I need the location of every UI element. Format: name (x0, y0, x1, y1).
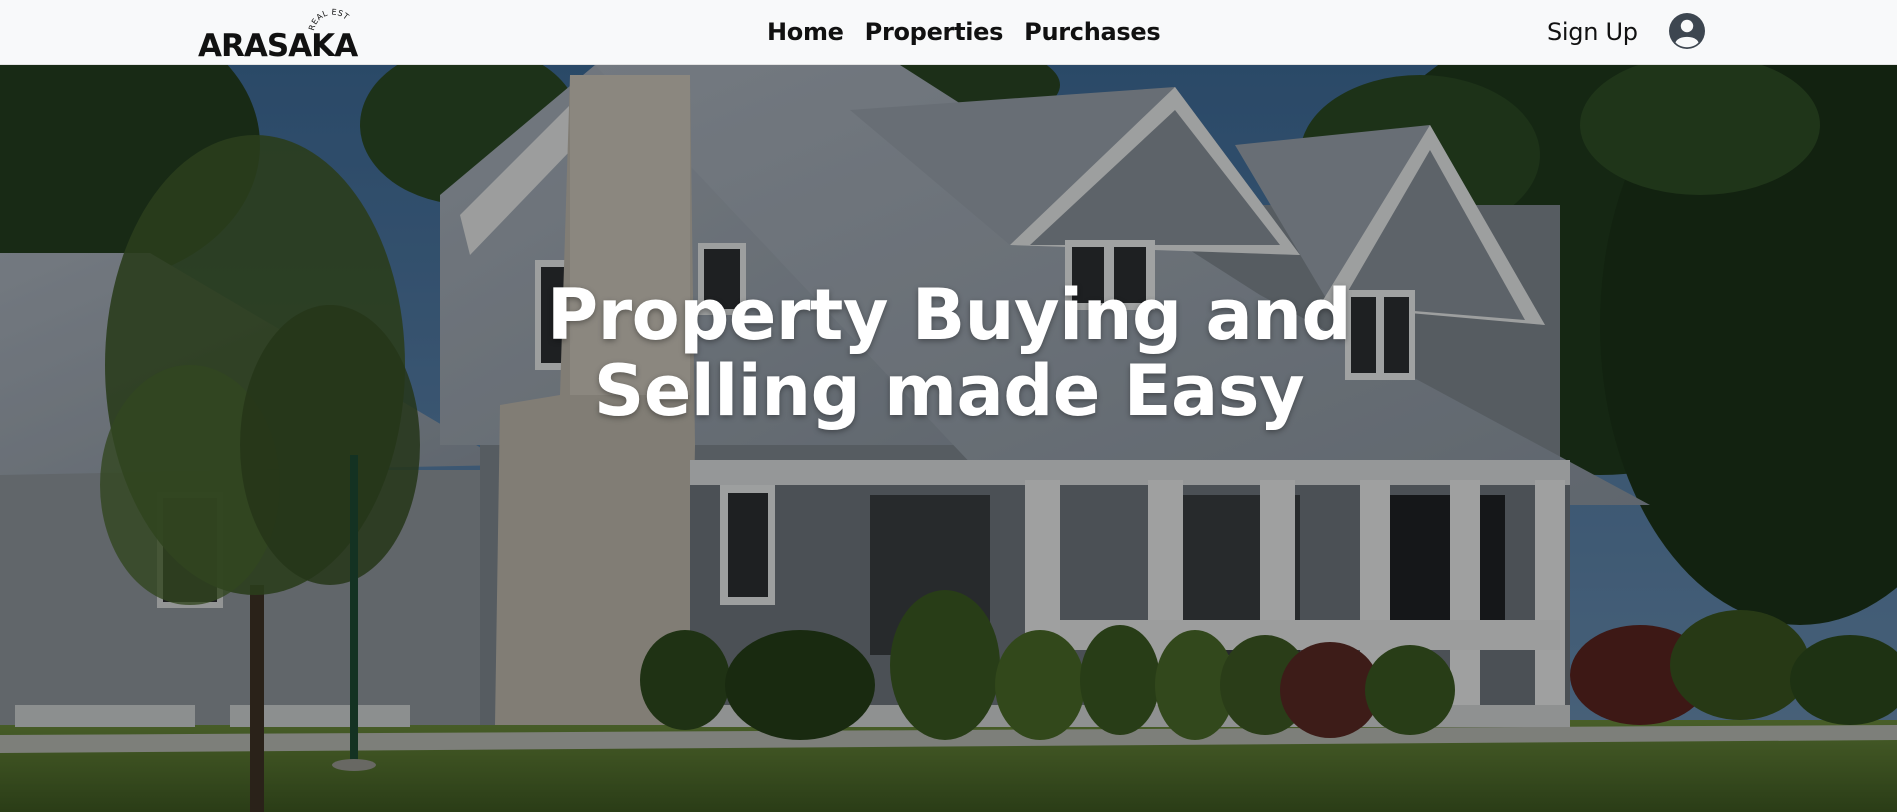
nav-home-link[interactable]: Home (767, 18, 844, 46)
sign-up-link[interactable]: Sign Up (1547, 14, 1638, 50)
hero-heading-line2: Selling made Easy (593, 350, 1305, 432)
nav-properties-link[interactable]: Properties (865, 18, 1004, 46)
user-avatar-button[interactable] (1668, 12, 1706, 50)
hero-heading-line1: Property Buying and (546, 274, 1352, 356)
arasaka-logo[interactable]: ARASAKA REAL ESTATE (196, 6, 376, 60)
nav-purchases-link[interactable]: Purchases (1024, 18, 1160, 46)
logo-graphic: ARASAKA REAL ESTATE (196, 6, 359, 60)
hero-dark-overlay (0, 65, 1897, 812)
hero-banner: Property Buying and Selling made Easy (0, 65, 1897, 812)
main-nav: Home Properties Purchases (767, 14, 1161, 50)
svg-text:ARASAKA: ARASAKA (198, 28, 358, 60)
top-navbar: ARASAKA REAL ESTATE Home Properties Purc… (0, 0, 1897, 65)
user-circle-icon (1669, 13, 1705, 49)
hero-heading: Property Buying and Selling made Easy (449, 277, 1449, 429)
